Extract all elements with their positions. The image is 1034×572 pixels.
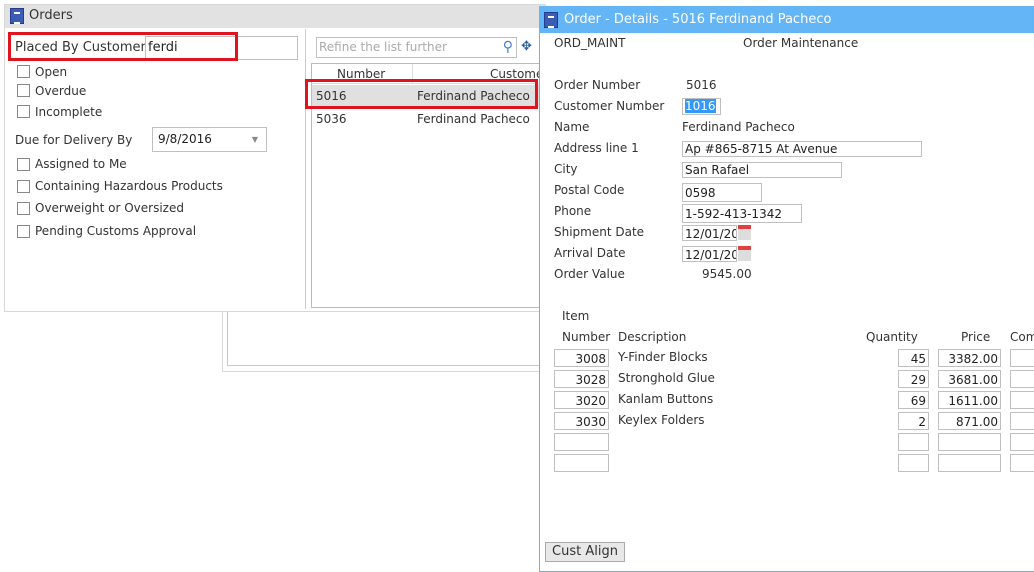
item-price-input[interactable]: 871.00 [938, 412, 1001, 430]
customer-number-input[interactable]: 1016 [682, 98, 721, 115]
calendar-icon[interactable] [738, 246, 751, 261]
item-number-input[interactable]: 3008 [554, 349, 609, 367]
panel-divider [305, 29, 306, 309]
details-window: Order - Details - 5016 Ferdinand Pacheco… [539, 6, 1034, 572]
shipment-date-input[interactable]: 12/01/20 [682, 225, 737, 241]
address-input[interactable]: Ap #865-8715 At Avenue [682, 141, 922, 157]
shipment-label: Shipment Date [554, 225, 645, 239]
item-quantity-input[interactable] [898, 454, 929, 472]
program-code: ORD_MAINT [554, 36, 626, 50]
item-number-input[interactable]: 3028 [554, 370, 609, 388]
checkbox-assigned[interactable] [17, 158, 30, 171]
item-description: Kanlam Buttons [618, 392, 714, 406]
customer-number-label: Customer Number [554, 99, 665, 113]
item-comment-input[interactable] [1010, 454, 1034, 472]
due-date-select[interactable]: 9/8/2016 ▼ [152, 127, 267, 152]
name-value: Ferdinand Pacheco [682, 120, 795, 134]
search-icon[interactable]: ⚲ [503, 38, 513, 57]
item-header: Item [562, 309, 590, 323]
program-name: Order Maintenance [743, 36, 859, 50]
due-label: Due for Delivery By [15, 133, 133, 147]
item-quantity-input[interactable]: 29 [898, 370, 929, 388]
checkbox-label: Pending Customs Approval [35, 224, 197, 238]
row-number: 5036 [316, 112, 347, 126]
item-quantity-input[interactable]: 69 [898, 391, 929, 409]
postal-label: Postal Code [554, 183, 625, 197]
checkbox-hazardous[interactable] [17, 180, 30, 193]
item-quantity-input[interactable]: 45 [898, 349, 929, 367]
description-header: Description [618, 330, 687, 344]
move-icon[interactable]: ✥ [521, 39, 532, 55]
order-number-value: 5016 [686, 78, 717, 92]
checkbox-overweight[interactable] [17, 202, 30, 215]
item-price-input[interactable] [938, 454, 1001, 472]
item-description: Y-Finder Blocks [618, 350, 708, 364]
orders-doc-icon [10, 8, 24, 24]
item-quantity-input[interactable] [898, 433, 929, 451]
comment-header: Com [1010, 330, 1034, 344]
item-number-input[interactable]: 3030 [554, 412, 609, 430]
calendar-icon[interactable] [738, 225, 751, 240]
item-price-input[interactable] [938, 433, 1001, 451]
city-input[interactable]: San Rafael [682, 162, 842, 178]
due-date-value: 9/8/2016 [158, 132, 212, 146]
item-comment-input[interactable] [1010, 349, 1034, 367]
number-header: Number [562, 330, 611, 344]
checkbox-label: Incomplete [35, 105, 103, 119]
details-title: Order - Details - 5016 Ferdinand Pacheco [564, 12, 832, 27]
refine-search-input[interactable]: Refine the list further ⚲ [316, 37, 517, 58]
item-number-input[interactable] [554, 433, 609, 451]
order-number-label: Order Number [554, 78, 641, 92]
checkbox-overdue[interactable] [17, 84, 30, 97]
item-comment-input[interactable] [1010, 412, 1034, 430]
customer-number-selected: 1016 [685, 99, 716, 113]
arrival-date-input[interactable]: 12/01/20 [682, 246, 737, 262]
price-header: Price [961, 330, 991, 344]
item-quantity-input[interactable]: 2 [898, 412, 929, 430]
checkbox-open[interactable] [17, 65, 30, 78]
cust-align-button[interactable]: Cust Align [545, 542, 625, 562]
checkbox-label: Open [35, 65, 68, 79]
checkbox-customs[interactable] [17, 225, 30, 238]
item-description: Stronghold Glue [618, 371, 715, 385]
orders-title-bar: Orders [5, 5, 545, 28]
checkbox-label: Containing Hazardous Products [35, 179, 223, 193]
checkbox-label: Assigned to Me [35, 157, 127, 171]
item-description: Keylex Folders [618, 413, 705, 427]
address-label: Address line 1 [554, 141, 639, 155]
row-customer: Ferdinand Pacheco [417, 112, 530, 126]
refine-placeholder: Refine the list further [319, 40, 447, 54]
city-label: City [554, 162, 578, 176]
item-price-input[interactable]: 3382.00 [938, 349, 1001, 367]
checkbox-label: Overweight or Oversized [35, 201, 184, 215]
details-doc-icon [544, 12, 558, 28]
cust-align-label: Cust Align [552, 544, 618, 559]
checkbox-label: Overdue [35, 84, 87, 98]
postal-input[interactable]: 0598 [682, 183, 762, 202]
table-row[interactable]: 5036 Ferdinand Pacheco [312, 108, 546, 130]
name-label: Name [554, 120, 590, 134]
orders-title: Orders [29, 8, 73, 23]
highlight-selected-row [305, 79, 538, 109]
chevron-down-icon: ▼ [251, 135, 258, 144]
item-price-input[interactable]: 1611.00 [938, 391, 1001, 409]
item-comment-input[interactable] [1010, 391, 1034, 409]
item-comment-input[interactable] [1010, 433, 1034, 451]
item-number-input[interactable]: 3020 [554, 391, 609, 409]
phone-input[interactable]: 1-592-413-1342 [682, 204, 802, 223]
phone-label: Phone [554, 204, 592, 218]
arrival-label: Arrival Date [554, 246, 626, 260]
details-title-bar: Order - Details - 5016 Ferdinand Pacheco [540, 7, 1034, 33]
highlight-placed-by [8, 32, 238, 61]
order-value-label: Order Value [554, 267, 625, 281]
checkbox-incomplete[interactable] [17, 105, 30, 118]
item-price-input[interactable]: 3681.00 [938, 370, 1001, 388]
order-value: 9545.00 [702, 267, 752, 281]
quantity-header: Quantity [866, 330, 918, 344]
item-number-input[interactable] [554, 454, 609, 472]
item-comment-input[interactable] [1010, 370, 1034, 388]
